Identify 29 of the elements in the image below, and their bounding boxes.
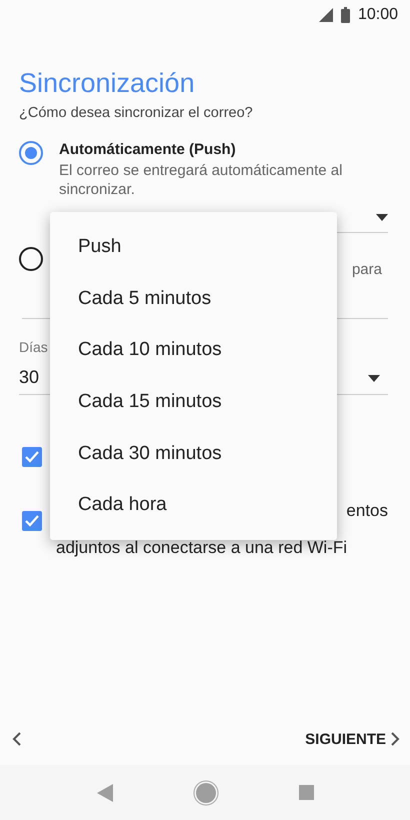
option-description: El correo se entregará automáticamente al sincronizar. bbox=[59, 161, 344, 199]
recents-icon[interactable] bbox=[298, 785, 314, 800]
page-title: Sincronización bbox=[19, 68, 196, 99]
dropdown-caret-icon[interactable] bbox=[376, 214, 388, 221]
dropdown-caret-icon[interactable] bbox=[368, 374, 380, 382]
radio-button[interactable] bbox=[19, 141, 43, 165]
days-value[interactable]: 30 bbox=[19, 367, 40, 388]
menu-item[interactable]: Cada hora bbox=[50, 479, 337, 532]
home-icon[interactable] bbox=[192, 780, 218, 806]
next-button[interactable]: SIGUIENTE bbox=[301, 726, 404, 752]
menu-item[interactable]: Push bbox=[50, 221, 337, 273]
checkbox[interactable] bbox=[22, 447, 42, 467]
menu-item[interactable]: Cada 30 minutos bbox=[50, 428, 337, 480]
back-icon[interactable] bbox=[96, 784, 112, 802]
checkbox-label: entos bbox=[346, 500, 388, 522]
option-description: para bbox=[352, 261, 382, 278]
menu-item[interactable]: Cada 5 minutos bbox=[50, 272, 337, 324]
menu-item[interactable]: Cada 10 minutos bbox=[50, 324, 337, 376]
chevron-right-icon bbox=[390, 731, 400, 747]
clock-time: 10:00 bbox=[358, 6, 398, 24]
checkbox-label: adjuntos al conectarse a una red Wi-Fi bbox=[56, 537, 348, 559]
radio-button[interactable] bbox=[19, 247, 43, 271]
menu-item[interactable]: Cada 15 minutos bbox=[50, 376, 337, 428]
battery-icon bbox=[340, 7, 350, 23]
page-subtitle: ¿Cómo desea sincronizar el correo? bbox=[19, 105, 254, 121]
option-label: Automáticamente (Push) bbox=[59, 141, 237, 158]
signal-icon bbox=[318, 8, 333, 22]
checkbox[interactable] bbox=[22, 511, 42, 531]
field-label: Días bbox=[19, 339, 48, 355]
